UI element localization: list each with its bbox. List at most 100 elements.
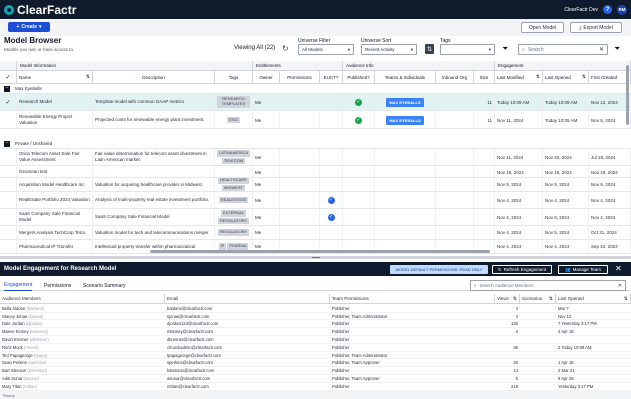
col-teams[interactable]: Teams & Individuals (375, 71, 436, 84)
model-name[interactable]: SaaS Company Sale Financial Model (17, 209, 93, 225)
tag-badge[interactable]: PHARMA (227, 243, 249, 250)
col-views[interactable]: Views ⇅ (495, 294, 520, 303)
col-inbound[interactable]: Inbound Org (436, 71, 474, 84)
col-last-modified[interactable]: Last Modified ⇅ (495, 71, 543, 84)
audience-row[interactable]: Aditi Sunar (asunar) asunar@clearfactr.co… (0, 375, 631, 383)
row-select-checkbox[interactable] (0, 240, 17, 253)
clear-search-icon[interactable]: ✕ (618, 283, 622, 289)
group-row-private[interactable]: − Private / Unshared (0, 139, 631, 149)
environment-label[interactable]: ClearFactr Dev (564, 7, 598, 13)
audience-row[interactable]: Dale Jordan (djordan) djordan123@clearfac… (0, 321, 631, 329)
splitter-handle[interactable] (312, 257, 320, 258)
audience-row[interactable]: Bart Stenson (bstenson) bstenson@clearfac… (0, 367, 631, 376)
row-select-checkbox[interactable] (0, 192, 17, 208)
brand-logo[interactable]: ClearFactr (4, 3, 76, 17)
table-row[interactable]: Orion Telecom Asset Sale Fair Value Asse… (0, 149, 631, 166)
col-first-created[interactable]: First Created (589, 71, 631, 84)
sort-direction-button[interactable]: ⇅ (425, 44, 434, 54)
open-model-button[interactable]: Open Model (521, 22, 564, 33)
audience-row[interactable]: Ted Papageorge (tpapa) tpapageorge@clearf… (0, 352, 631, 360)
tag-badge[interactable]: RESEARCH TEMPLATES (217, 96, 250, 108)
table-row[interactable]: Renewable Energy Project Valuation Projec… (0, 112, 631, 129)
tag-badge[interactable]: REGULATORY (217, 229, 250, 236)
tag-badge[interactable]: REALESTATE (218, 196, 249, 204)
tags-select[interactable]: ▾ (440, 44, 495, 55)
table-row[interactable]: Geomean test Me Nov 19, 2024 Nov 19, 2024 No… (0, 167, 631, 178)
tag-badge[interactable]: MIDWEST (222, 185, 245, 191)
refresh-icon[interactable]: ↻ (282, 44, 289, 53)
team-badge[interactable]: MAX EYEBALLS (386, 115, 424, 125)
audience-row[interactable]: Mary Titan (mtitan) mtitan@clearfactr.com… (0, 383, 631, 391)
table-row[interactable]: ✓ Research Model Template model with commo… (0, 94, 631, 111)
model-name[interactable]: Geomean test (17, 167, 93, 177)
audience-row[interactable]: Sean Perkins (sperkins) sperkins@clearfac… (0, 360, 631, 368)
group-row-max-eyeballs[interactable]: − Max Eyeballs (0, 84, 631, 94)
model-name[interactable]: Orion Telecom Asset Sale Fair Value Asse… (17, 149, 93, 165)
table-row[interactable]: RealEstate Portfolio 2024 Valuation Analy… (0, 192, 631, 209)
row-select-checkbox[interactable] (0, 226, 17, 239)
collapse-icon[interactable]: − (4, 140, 10, 147)
export-model-button[interactable]: ⤓ Export Model (570, 22, 622, 33)
tag-badge[interactable]: IP (218, 243, 227, 250)
help-icon[interactable]: ? (603, 5, 612, 14)
row-select-checkbox[interactable] (0, 112, 17, 128)
vertical-scrollbar[interactable] (626, 65, 629, 125)
create-button[interactable]: + Create ▾ (8, 22, 50, 32)
col-size[interactable]: Size (474, 71, 495, 84)
col-euct[interactable]: EUCT? (320, 71, 343, 84)
close-icon[interactable]: ✕ (615, 264, 622, 273)
col-team-permissions[interactable]: Team Permissions (330, 294, 495, 303)
row-select-checkbox[interactable] (0, 167, 17, 177)
row-select-checkbox[interactable] (0, 209, 17, 225)
audience-row[interactable]: Stacey Jonas (sjonas) sjonas@clearfactr.c… (0, 313, 631, 321)
avatar[interactable]: RM (617, 4, 627, 15)
clear-search-icon[interactable]: ✕ (599, 46, 604, 53)
model-name[interactable]: Pharmaceutical IP Transfer (17, 240, 93, 253)
audience-search-input[interactable]: ⌕ Search Audience Members ✕ (470, 280, 626, 291)
col-published[interactable]: Published? (343, 71, 375, 84)
audience-row[interactable]: Rock Mock (rmock) cfmockadmin@clearfactr.… (0, 344, 631, 352)
audience-row[interactable]: Bella Aldone (baldone) baldone@clearfactr… (0, 305, 631, 313)
model-name[interactable]: Mergers Analysis TechCorp Telco (17, 226, 93, 239)
tab-engagement[interactable]: Engagement (4, 280, 33, 291)
tag-badge[interactable]: LATINAMERICA (216, 149, 251, 157)
col-owner[interactable]: Owner (253, 71, 280, 84)
col-last-opened[interactable]: Last Opened ⇅ (556, 294, 631, 303)
filter-icon[interactable]: ⏷ (502, 44, 508, 54)
universe-sort-select[interactable]: Recent Activity ▾ (361, 44, 417, 55)
model-name[interactable]: RealEstate Portfolio 2024 Valuation (17, 192, 93, 208)
model-name[interactable]: Renewable Energy Project Valuation (17, 112, 93, 128)
table-row[interactable]: Acquisition Model Healthcare Inc Valuatio… (0, 178, 631, 192)
col-last-opened[interactable]: Last Opened ⇅ (543, 71, 589, 84)
tag-badge[interactable]: TELECOM (221, 157, 246, 165)
tab-permissions[interactable]: Permissions (44, 280, 71, 291)
horizontal-scrollbar[interactable] (150, 250, 490, 253)
model-name[interactable]: Research Model (17, 94, 93, 110)
audience-row[interactable]: Maeve Kinney (mkinney) mkinney@clearfactr… (0, 328, 631, 337)
tag-badge[interactable]: REGULATORY (217, 217, 250, 225)
select-all-checkbox[interactable]: ✓ (0, 71, 17, 84)
col-email[interactable]: Email (165, 294, 330, 303)
row-select-checkbox[interactable]: ✓ (0, 94, 17, 110)
col-tags[interactable]: Tags (215, 71, 253, 84)
tab-scenario-summary[interactable]: Scenario Summary (83, 280, 126, 291)
tag-badge[interactable]: HEALTHCARE (218, 178, 249, 184)
table-row[interactable]: SaaS Company Sale Financial Model SaaS Co… (0, 209, 631, 226)
universe-filter-select[interactable]: All Models ▾ (298, 44, 354, 55)
row-select-checkbox[interactable] (0, 178, 17, 191)
tag-badge[interactable]: EXTERNAL (220, 209, 247, 217)
table-row[interactable]: Mergers Analysis TechCorp Telco Valuation… (0, 226, 631, 240)
model-name[interactable]: Acquisition Model Healthcare Inc (17, 178, 93, 191)
col-permissions[interactable]: Permissions (280, 71, 320, 84)
audience-row[interactable]: David Kresner (dkresner) dkresner@clearfa… (0, 336, 631, 344)
clear-filter-icon[interactable]: ⏷ (614, 44, 620, 54)
manage-team-button[interactable]: 👥 Manage Team (558, 265, 608, 274)
refresh-engagement-button[interactable]: ↻ Refresh Engagement (492, 265, 552, 274)
team-badge[interactable]: MAX EYEBALLS (386, 97, 424, 107)
collapse-icon[interactable]: − (4, 85, 10, 92)
col-audience-members[interactable]: Audience Members (0, 294, 165, 303)
col-description[interactable]: Description (93, 71, 215, 84)
row-select-checkbox[interactable] (0, 149, 17, 165)
col-scenarios[interactable]: Scenarios ⇅ (520, 294, 556, 303)
tag-badge[interactable]: ESG (227, 116, 240, 124)
